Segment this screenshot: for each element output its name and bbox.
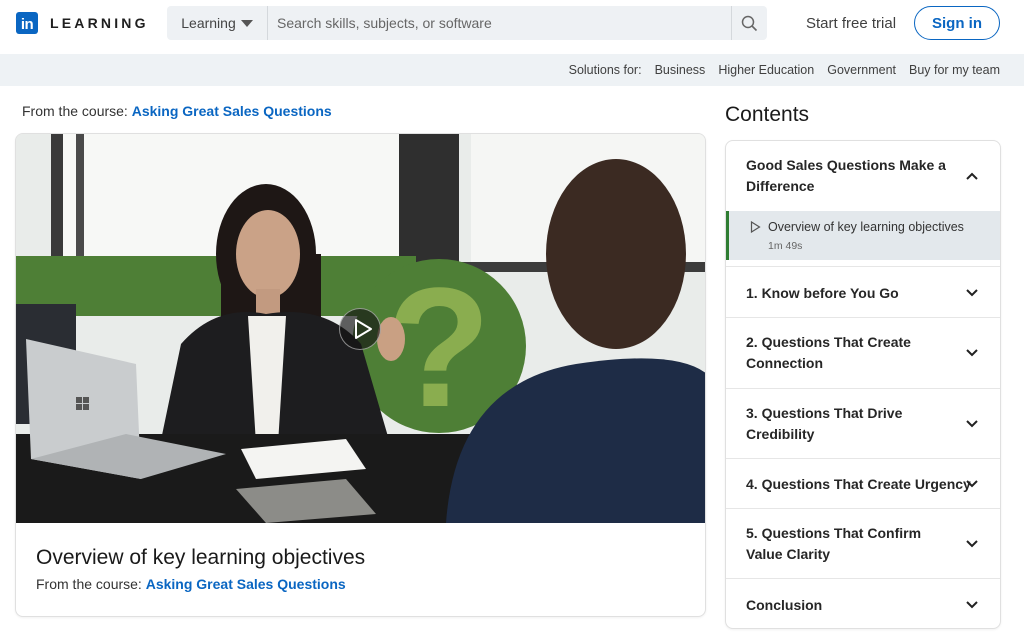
play-icon [355,319,372,339]
course-breadcrumb: From the course: Asking Great Sales Ques… [22,103,332,119]
chevron-down-icon [966,480,978,488]
video-title: Overview of key learning objectives [36,546,366,569]
play-button[interactable] [339,308,381,350]
search-scope-label: Learning [181,15,236,31]
chevron-down-icon [966,601,978,609]
lesson-duration: 1m 49s [768,240,803,252]
lesson-title: Overview of key learning objectives [768,220,964,234]
course-link[interactable]: Asking Great Sales Questions [132,103,332,119]
chevron-down-icon [966,349,978,357]
search-button[interactable] [731,6,767,40]
toc-section-label: 1. Know before You Go [746,285,899,301]
subnav-link-government[interactable]: Government [827,63,896,77]
toc-section-label: 2. Questions That Create Connection [746,334,911,371]
search-bar: Learning [167,6,767,40]
start-free-trial-link[interactable]: Start free trial [806,15,896,32]
toc-section[interactable]: 1. Know before You Go [726,268,1000,318]
toc-section-label: Conclusion [746,597,823,613]
toc-section[interactable]: 3. Questions That Drive Credibility [726,389,1000,459]
search-input[interactable] [268,6,731,40]
toc-section[interactable]: Good Sales Questions Make a Difference [726,141,1000,212]
chevron-up-icon [966,172,978,180]
top-header: in LEARNING Learning Start free trial Si… [0,0,1024,54]
toc-lesson-active[interactable]: Overview of key learning objectives 1m 4… [726,211,1000,260]
search-icon [741,15,758,31]
caret-down-icon [240,19,253,27]
video-card: ? Overview of key learning objectives Fr… [15,133,706,617]
from-course-prefix: From the course: [22,103,128,119]
contents-heading: Contents [725,103,810,126]
solutions-label: Solutions for: [568,63,642,77]
toc-section-label: 5. Questions That Confirm Value Clarity [746,525,922,562]
from-course-prefix: From the course: [36,576,142,592]
subnav-link-buy-for-my-team[interactable]: Buy for my team [909,63,1000,77]
subnav-link-business[interactable]: Business [655,63,706,77]
chevron-down-icon [966,540,978,548]
chevron-down-icon [966,420,978,428]
toc-section-label: 3. Questions That Drive Credibility [746,405,903,442]
linkedin-learning-logo[interactable]: in LEARNING [16,12,149,34]
toc-divider [726,260,1000,267]
linkedin-logo-icon: in [16,12,38,34]
course-attribution: From the course: Asking Great Sales Ques… [36,576,346,592]
logo-text: LEARNING [50,15,149,31]
toc-section[interactable]: 2. Questions That Create Connection [726,318,1000,389]
toc-section[interactable]: 5. Questions That Confirm Value Clarity [726,509,1000,579]
toc-section[interactable]: Conclusion [726,579,1000,628]
toc-section[interactable]: 4. Questions That Create Urgency [726,459,1000,509]
subnav-link-higher-education[interactable]: Higher Education [718,63,814,77]
toc-section-label: 4. Questions That Create Urgency [746,476,971,492]
chevron-down-icon [966,289,978,297]
search-scope-dropdown[interactable]: Learning [167,6,268,40]
sign-in-button[interactable]: Sign in [914,6,1000,40]
solutions-subnav: Solutions for: Business Higher Education… [0,54,1024,86]
video-player[interactable]: ? [16,134,705,523]
table-of-contents: Good Sales Questions Make a Difference O… [725,140,1001,629]
play-outline-icon [750,221,761,233]
course-link[interactable]: Asking Great Sales Questions [146,576,346,592]
toc-section-label: Good Sales Questions Make a Difference [746,157,946,194]
